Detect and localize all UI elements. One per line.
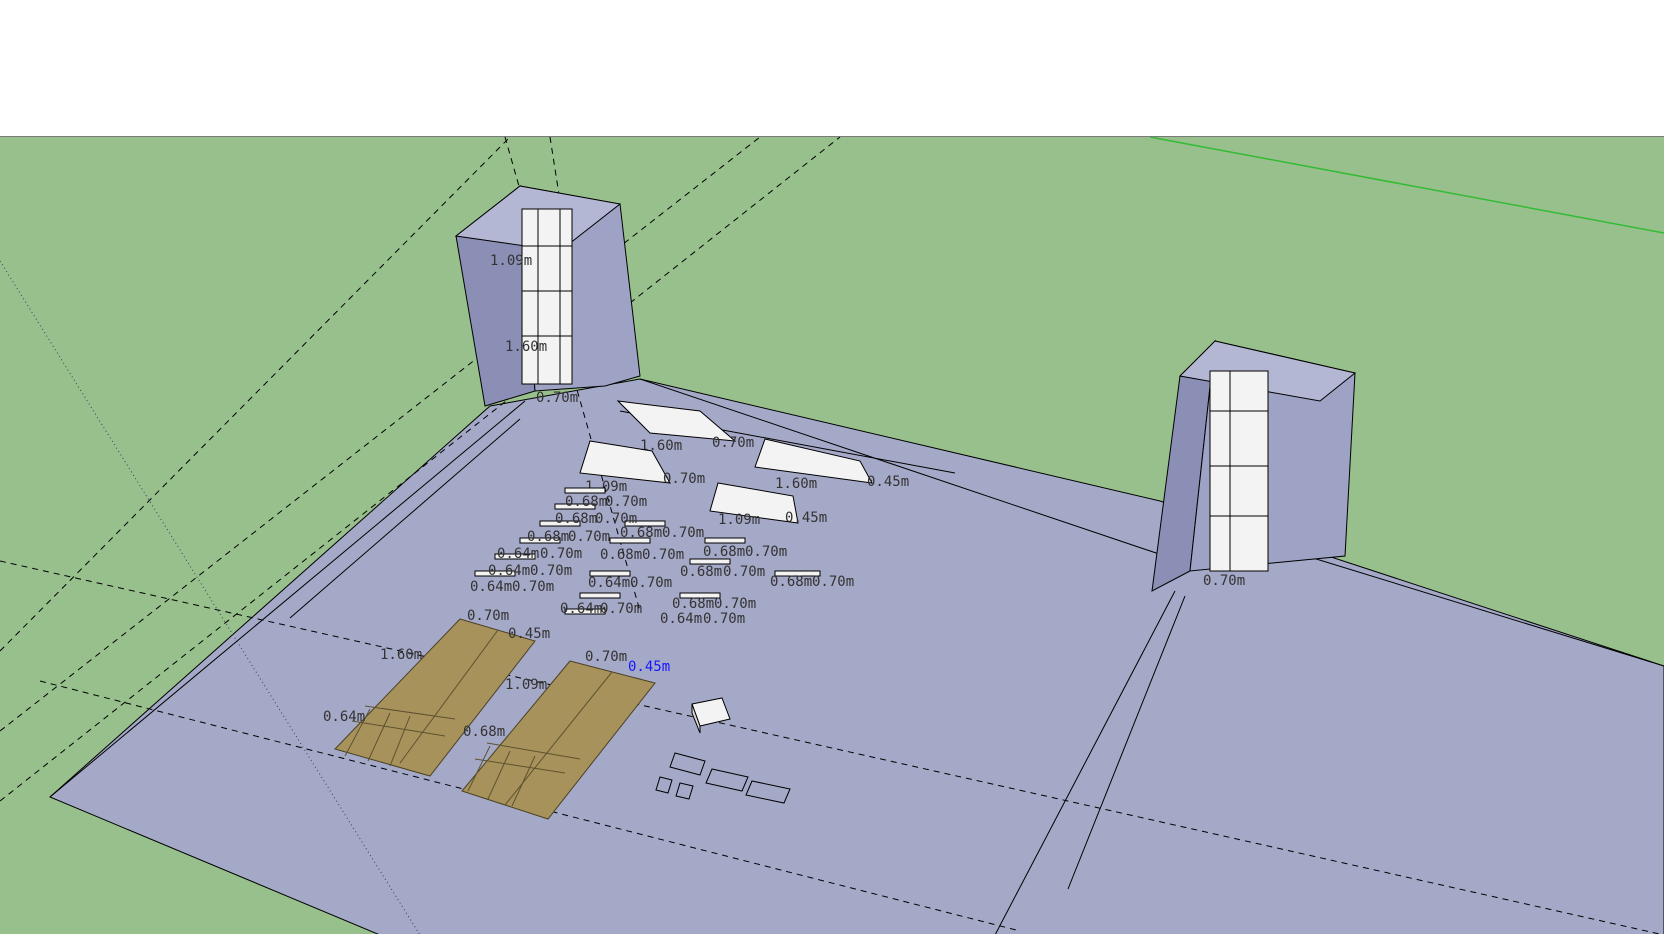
dim-label[interactable]: 0.70m [630,575,672,591]
dim-label[interactable]: 0.68m [600,547,642,563]
dim-label[interactable]: 0.70m [1203,573,1245,589]
dim-label[interactable]: 0.68m [620,525,662,541]
dim-label[interactable]: 1.60m [775,476,817,492]
dim-label[interactable]: 0.70m [714,596,756,612]
dim-label[interactable]: 0.70m [812,574,854,590]
dim-label[interactable]: 0.64m [488,563,530,579]
dim-label[interactable]: 0.45m [785,510,827,526]
dim-label[interactable]: 0.64m [323,709,365,725]
dim-label[interactable]: 0.64m [560,601,602,617]
dim-label[interactable]: 0.68m [680,564,722,580]
dim-label[interactable]: 1.09m [490,253,532,269]
dim-label[interactable]: 0.70m [536,390,578,406]
dim-label[interactable]: 0.64m [497,546,539,562]
dim-label[interactable]: 0.70m [662,525,704,541]
dim-label[interactable]: 0.45m [867,474,909,490]
left-tower[interactable] [454,185,641,407]
shelf-unit [1209,370,1269,572]
dim-label[interactable]: 0.68m [463,724,505,740]
dim-label[interactable]: 0.70m [467,608,509,624]
dim-label[interactable]: 0.70m [745,544,787,560]
dim-label[interactable]: 1.60m [505,339,547,355]
shelf-unit [521,208,573,385]
dim-label[interactable]: 0.64m [660,611,702,627]
dim-label[interactable]: 0.70m [712,435,754,451]
selected-dim-label[interactable]: 0.45m [628,659,670,675]
dim-label[interactable]: 0.68m [672,596,714,612]
dim-label[interactable]: 0.68m [770,574,812,590]
dim-label[interactable]: 0.68m [527,529,569,545]
dim-label[interactable]: 0.70m [540,546,582,562]
dim-label[interactable]: 0.64m [588,575,630,591]
dim-label[interactable]: 0.70m [585,649,627,665]
dim-label[interactable]: 0.68m [565,494,607,510]
dim-label[interactable]: 0.70m [723,564,765,580]
dim-label[interactable]: 0.70m [663,471,705,487]
dim-label[interactable]: 0.70m [512,579,554,595]
dim-label[interactable]: 0.64m [470,579,512,595]
dim-label[interactable]: 0.70m [642,547,684,563]
dim-label[interactable]: 0.68m [703,544,745,560]
dim-label[interactable]: 0.70m [530,563,572,579]
dim-label[interactable]: 0.45m [508,626,550,642]
dim-label[interactable]: 1.09m [718,512,760,528]
toolbar-area [0,0,1664,136]
dim-label[interactable]: 0.70m [703,611,745,627]
dim-label[interactable]: 0.70m [600,601,642,617]
dim-label[interactable]: 0.70m [568,529,610,545]
scene-svg[interactable]: 1.09m 1.60m 0.70m 0.70m 1.60m 0.70m 1.09… [0,137,1664,934]
right-tower[interactable] [1151,339,1357,592]
model-viewport[interactable]: 1.09m 1.60m 0.70m 0.70m 1.60m 0.70m 1.09… [0,136,1664,934]
dim-label[interactable]: 1.09m [505,677,547,693]
dim-label[interactable]: 0.70m [605,494,647,510]
dim-label[interactable]: 0.68m [555,511,597,527]
dim-label[interactable]: 1.60m [380,647,422,663]
